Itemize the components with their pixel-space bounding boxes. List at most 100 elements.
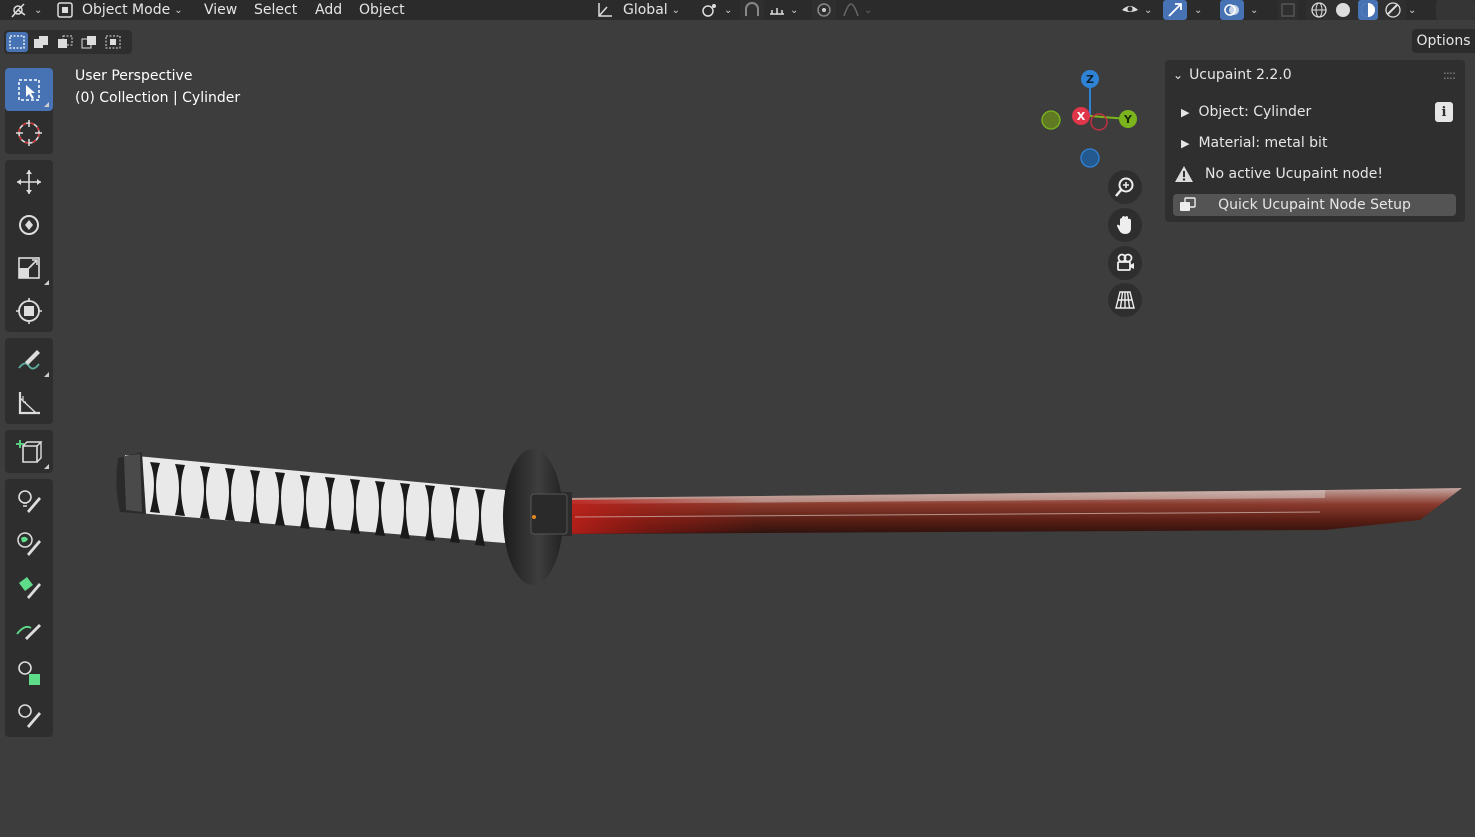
- material-preview-shading-icon[interactable]: [1359, 1, 1377, 19]
- material-label: Material: metal bit: [1198, 135, 1328, 151]
- menu-object[interactable]: Object: [359, 0, 405, 20]
- select-extend-mode[interactable]: [30, 32, 52, 52]
- chevron-down-icon: ⌄: [1144, 4, 1153, 16]
- world-paint-tool[interactable]: [5, 522, 53, 565]
- menu-select[interactable]: Select: [254, 0, 297, 20]
- stroke-brush-tool[interactable]: [5, 608, 53, 651]
- chevron-down-icon: ⌄: [174, 4, 183, 16]
- rotate-icon: [19, 214, 39, 235]
- sidebar-toggle-area[interactable]: [1436, 0, 1475, 20]
- chevron-down-icon: ⌄: [671, 4, 681, 16]
- cursor-tool[interactable]: [5, 111, 53, 154]
- pivot-point-selector[interactable]: ⌄: [700, 0, 732, 20]
- vertex-paint-tool[interactable]: [5, 565, 53, 608]
- navigation-gizmo[interactable]: Z Y X: [1036, 66, 1146, 176]
- overlays-icon: [1224, 4, 1239, 16]
- drag-handle-icon[interactable]: ::::: [1443, 68, 1456, 82]
- node-setup-icon: [1180, 197, 1196, 211]
- move-icon: [17, 169, 41, 194]
- add-cube-tool[interactable]: [5, 430, 53, 473]
- zoom-in-icon: [1115, 177, 1134, 197]
- scale-tool[interactable]: [5, 246, 53, 289]
- viewport-header: ⌄ Object Mode ⌄ View Select Add Object G…: [0, 0, 1475, 20]
- menu-add[interactable]: Add: [315, 0, 342, 20]
- axis-y-label: Y: [1123, 113, 1133, 126]
- select-invert-icon: [81, 36, 96, 49]
- bake-paint-tool[interactable]: [5, 651, 53, 694]
- camera-view-button[interactable]: [1108, 246, 1142, 280]
- katana-model[interactable]: [116, 449, 1462, 585]
- smear-brush-tool[interactable]: [5, 694, 53, 737]
- info-icon[interactable]: i: [1435, 102, 1453, 122]
- transform-tool[interactable]: [5, 289, 53, 332]
- select-subtract-icon: [58, 35, 73, 48]
- select-box-tool[interactable]: [5, 68, 53, 111]
- editor-type-button[interactable]: ⌄: [10, 0, 42, 20]
- tool-group-select: [5, 68, 53, 154]
- editor-type-icon: [11, 3, 26, 18]
- material-subpanel-row[interactable]: ▶ Material: metal bit: [1165, 129, 1465, 157]
- axis-x-label: X: [1077, 110, 1086, 123]
- tool-shelf: [5, 68, 53, 743]
- measure-tool[interactable]: [5, 381, 53, 424]
- xray-toggle[interactable]: [1278, 0, 1298, 20]
- options-button[interactable]: Options: [1412, 29, 1475, 53]
- axis-neg-y-handle[interactable]: [1041, 110, 1061, 130]
- gizmo-toggle[interactable]: [1163, 0, 1187, 20]
- mode-selector[interactable]: Object Mode ⌄: [56, 0, 183, 20]
- wireframe-shading-icon[interactable]: [1310, 1, 1328, 19]
- view-perspective-label: User Perspective: [75, 68, 193, 84]
- panel-title: Ucupaint 2.2.0: [1189, 67, 1292, 83]
- panel-header[interactable]: ⌄ Ucupaint 2.2.0 ::::: [1165, 61, 1465, 89]
- texture-paint-tool[interactable]: [5, 479, 53, 522]
- select-new-icon: [9, 35, 25, 49]
- cursor-icon: [16, 119, 42, 146]
- transform-icon: [16, 297, 42, 324]
- tool-group-add: [5, 430, 53, 473]
- select-subtract-mode[interactable]: [54, 32, 76, 52]
- overlays-options[interactable]: ⌄: [1246, 0, 1258, 20]
- snap-toggle[interactable]: [740, 0, 764, 20]
- pan-view-button[interactable]: [1108, 208, 1142, 242]
- select-intersect-mode[interactable]: [102, 32, 124, 52]
- xray-icon: [1281, 3, 1295, 17]
- chevron-down-icon: ⌄: [724, 4, 733, 16]
- snap-target-selector[interactable]: ⌄: [768, 0, 798, 20]
- gizmo-icon: [1168, 3, 1182, 17]
- annotate-tool[interactable]: [5, 338, 53, 381]
- quick-node-setup-button[interactable]: Quick Ucupaint Node Setup: [1173, 194, 1456, 216]
- snap-increment-icon: [770, 8, 784, 15]
- curve-brush-icon: [16, 623, 41, 640]
- select-extend-icon: [34, 36, 48, 48]
- add-cube-icon: [16, 439, 43, 463]
- axis-neg-z-handle[interactable]: [1080, 148, 1100, 168]
- proportional-editing-toggle[interactable]: [812, 0, 836, 20]
- proportional-falloff-selector[interactable]: ⌄: [842, 0, 872, 20]
- object-subpanel-row[interactable]: ▶ Object: Cylinder i: [1165, 98, 1465, 126]
- gizmo-options[interactable]: ⌄: [1190, 0, 1202, 20]
- proportional-editing-icon: [817, 3, 831, 17]
- overlays-toggle[interactable]: [1220, 0, 1244, 20]
- rendered-shading-icon[interactable]: [1384, 1, 1402, 19]
- hand-icon: [1117, 216, 1131, 234]
- rotate-tool[interactable]: [5, 203, 53, 246]
- active-collection-label: (0) Collection | Cylinder: [75, 90, 241, 106]
- move-tool[interactable]: [5, 160, 53, 203]
- chevron-down-icon: ⌄: [864, 4, 873, 16]
- bulb-square-icon: [18, 660, 40, 685]
- menu-view[interactable]: View: [204, 0, 237, 20]
- bulb-brush-alt-icon: [18, 703, 41, 728]
- zoom-view-button[interactable]: [1108, 170, 1142, 204]
- grid-perspective-icon: [1115, 291, 1135, 309]
- shading-options[interactable]: ⌄: [1404, 0, 1416, 20]
- transform-orientation-selector[interactable]: Global ⌄: [595, 0, 680, 20]
- object-visibility-selector[interactable]: ⌄: [1120, 0, 1152, 20]
- select-invert-mode[interactable]: [78, 32, 100, 52]
- toggle-perspective-button[interactable]: [1108, 283, 1142, 317]
- select-new-mode[interactable]: [6, 32, 28, 52]
- globe-brush-icon: [17, 531, 41, 556]
- ucupaint-panel: ⌄ Ucupaint 2.2.0 :::: ▶ Object: Cylinder…: [1165, 60, 1465, 222]
- solid-shading-icon[interactable]: [1334, 1, 1352, 19]
- falloff-curve-icon: [843, 3, 859, 17]
- mode-label: Object Mode: [82, 2, 171, 18]
